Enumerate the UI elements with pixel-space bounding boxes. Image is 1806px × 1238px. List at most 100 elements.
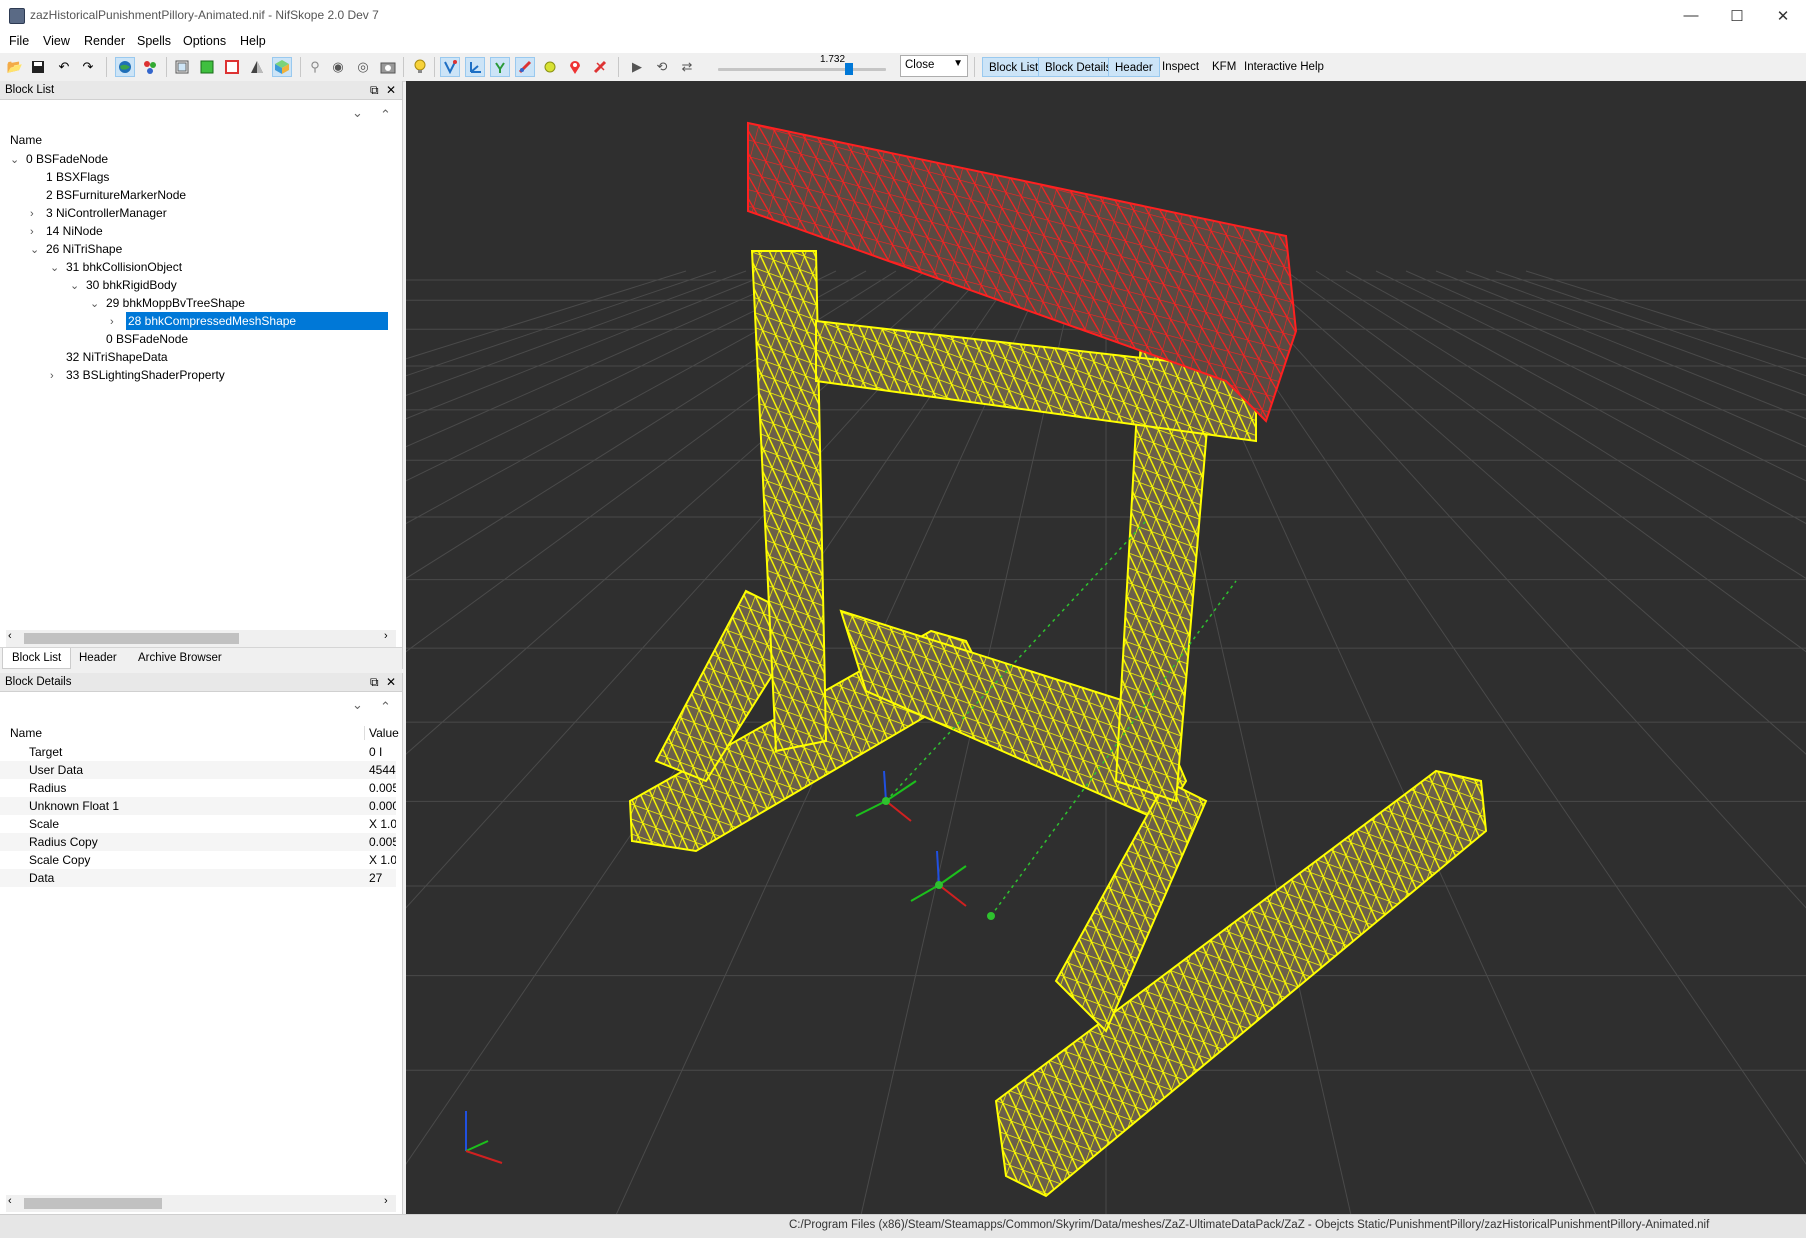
scrollbar-thumb[interactable] <box>24 633 239 644</box>
tree-row[interactable]: ⌄ 31 bhkCollisionObject <box>4 258 396 276</box>
interactive-help-button[interactable]: Interactive Help <box>1238 57 1330 77</box>
detail-row[interactable]: Radius 0.005 <box>0 779 396 797</box>
detail-value[interactable]: 27 <box>369 869 396 887</box>
tree-row[interactable]: ⌄ 29 bhkMoppBvTreeShape <box>4 294 396 312</box>
tree-row[interactable]: › 14 NiNode <box>4 222 396 240</box>
scroll-right-icon[interactable]: › <box>384 630 388 642</box>
scroll-left-icon[interactable]: ‹ <box>8 630 12 642</box>
details-name-header[interactable]: Name <box>10 726 42 740</box>
collapse-all-icon[interactable]: ⌄ <box>352 697 363 713</box>
detail-row[interactable]: Unknown Float 1 0.000 <box>0 797 396 815</box>
location-pin-icon[interactable] <box>565 57 585 77</box>
menu-help[interactable]: Help <box>240 34 266 48</box>
lightbulb-icon[interactable] <box>410 57 430 77</box>
details-value-header[interactable]: Value <box>364 726 399 740</box>
tab-header[interactable]: Header <box>70 648 126 668</box>
inspect-button[interactable]: Inspect <box>1156 57 1205 77</box>
detail-row[interactable]: Radius Copy 0.005 <box>0 833 396 851</box>
axes-icon[interactable] <box>465 57 485 77</box>
skeleton-icon[interactable]: ⚲ <box>305 57 325 77</box>
collapse-arrow-icon[interactable]: › <box>30 205 42 223</box>
block-list-toggle[interactable]: Block List <box>982 57 1046 77</box>
expand-arrow-icon[interactable]: ⌄ <box>50 259 62 277</box>
mesh-wireframe-render[interactable] <box>406 81 1806 1214</box>
green-box-icon[interactable] <box>197 57 217 77</box>
expand-all-icon[interactable]: ⌃ <box>380 699 391 715</box>
detail-value[interactable]: X 1.0( <box>369 815 396 833</box>
tree-row[interactable]: 32 NiTriShapeData <box>4 348 396 366</box>
animation-select[interactable]: Close ▼ <box>900 55 968 77</box>
tree-row[interactable]: 1 BSXFlags <box>4 168 396 186</box>
shading-icon[interactable] <box>247 57 267 77</box>
tree-row[interactable]: › 33 BSLightingShaderProperty <box>4 366 396 384</box>
tree-row[interactable]: ⌄ 30 bhkRigidBody <box>4 276 396 294</box>
render-viewport[interactable] <box>406 81 1806 1214</box>
nodes-tree-icon[interactable] <box>490 57 510 77</box>
menu-view[interactable]: View <box>43 34 70 48</box>
block-details-scrollbar[interactable]: ‹ › <box>6 1195 396 1212</box>
expand-arrow-icon[interactable]: ⌄ <box>90 295 102 313</box>
switch-icon[interactable]: ⇄ <box>677 57 697 77</box>
menu-render[interactable]: Render <box>84 34 125 48</box>
vertex-icon[interactable] <box>440 57 460 77</box>
expand-all-icon[interactable]: ⌃ <box>380 107 391 123</box>
tab-block-list[interactable]: Block List <box>2 648 72 669</box>
detail-value[interactable]: 0.000 <box>369 797 396 815</box>
scroll-right-icon[interactable]: › <box>384 1195 388 1207</box>
screenshot-icon[interactable] <box>378 57 398 77</box>
scroll-left-icon[interactable]: ‹ <box>8 1195 12 1207</box>
play-icon[interactable]: ▶ <box>627 57 647 77</box>
maximize-button[interactable]: ☐ <box>1714 0 1760 31</box>
name-column-header[interactable]: Name <box>10 133 42 147</box>
globe-view-icon[interactable] <box>115 57 135 77</box>
block-details-toggle[interactable]: Block Details <box>1038 57 1119 77</box>
collapse-all-icon[interactable]: ⌄ <box>352 105 363 121</box>
animation-time-slider[interactable] <box>718 63 886 75</box>
collapse-arrow-icon[interactable]: › <box>110 313 122 331</box>
detail-value[interactable]: 0 I <box>369 743 396 761</box>
tree-row[interactable]: ⌄ 26 NiTriShape <box>4 240 396 258</box>
close-window-button[interactable]: ✕ <box>1760 0 1806 31</box>
red-box-icon[interactable] <box>222 57 242 77</box>
undo-icon[interactable]: ↶ <box>54 57 74 77</box>
menu-options[interactable]: Options <box>183 34 226 48</box>
detail-value[interactable]: 45443 <box>369 761 396 779</box>
visibility-icon[interactable]: ◉ <box>328 57 348 77</box>
header-toggle[interactable]: Header <box>1108 57 1160 77</box>
float-panel-icon[interactable]: ⧉ <box>370 673 379 692</box>
float-panel-icon[interactable]: ⧉ <box>370 81 379 100</box>
detail-value[interactable]: X 1.0( <box>369 851 396 869</box>
open-icon[interactable]: 📂 <box>5 57 25 77</box>
slider-thumb[interactable] <box>845 63 854 75</box>
close-panel-icon[interactable]: ✕ <box>386 81 396 100</box>
tab-archive-browser[interactable]: Archive Browser <box>129 648 231 668</box>
detail-value[interactable]: 0.005 <box>369 779 396 797</box>
redo-icon[interactable]: ↷ <box>78 57 98 77</box>
kfm-button[interactable]: KFM <box>1206 57 1242 77</box>
menu-spells[interactable]: Spells <box>137 34 171 48</box>
tree-row[interactable]: › 28 bhkCompressedMeshShape <box>4 312 396 330</box>
hidden-eye-icon[interactable]: ◎ <box>353 57 373 77</box>
menu-file[interactable]: File <box>9 34 29 48</box>
nodes-icon[interactable] <box>140 57 160 77</box>
tree-row[interactable]: › 3 NiControllerManager <box>4 204 396 222</box>
loop-icon[interactable]: ⟲ <box>652 57 672 77</box>
texture-cube-icon[interactable] <box>272 57 292 77</box>
box-view-icon[interactable] <box>172 57 192 77</box>
detail-row[interactable]: Scale Copy X 1.0( <box>0 851 396 869</box>
havok-icon[interactable] <box>515 57 535 77</box>
expand-arrow-icon[interactable]: ⌄ <box>30 241 42 259</box>
collapse-arrow-icon[interactable]: › <box>50 367 62 385</box>
tree-row[interactable]: 0 BSFadeNode <box>4 330 396 348</box>
expand-arrow-icon[interactable]: ⌄ <box>10 151 22 169</box>
detail-row[interactable]: Target 0 I <box>0 743 396 761</box>
collapse-arrow-icon[interactable]: › <box>30 223 42 241</box>
save-icon[interactable] <box>28 57 48 77</box>
detail-row[interactable]: User Data 45443 <box>0 761 396 779</box>
expand-arrow-icon[interactable]: ⌄ <box>70 277 82 295</box>
close-panel-icon[interactable]: ✕ <box>386 673 396 692</box>
marker-yellow-icon[interactable] <box>540 57 560 77</box>
constraint-icon[interactable] <box>590 57 610 77</box>
tree-row[interactable]: ⌄ 0 BSFadeNode <box>4 150 396 168</box>
block-list-scrollbar[interactable]: ‹ › <box>6 630 396 647</box>
